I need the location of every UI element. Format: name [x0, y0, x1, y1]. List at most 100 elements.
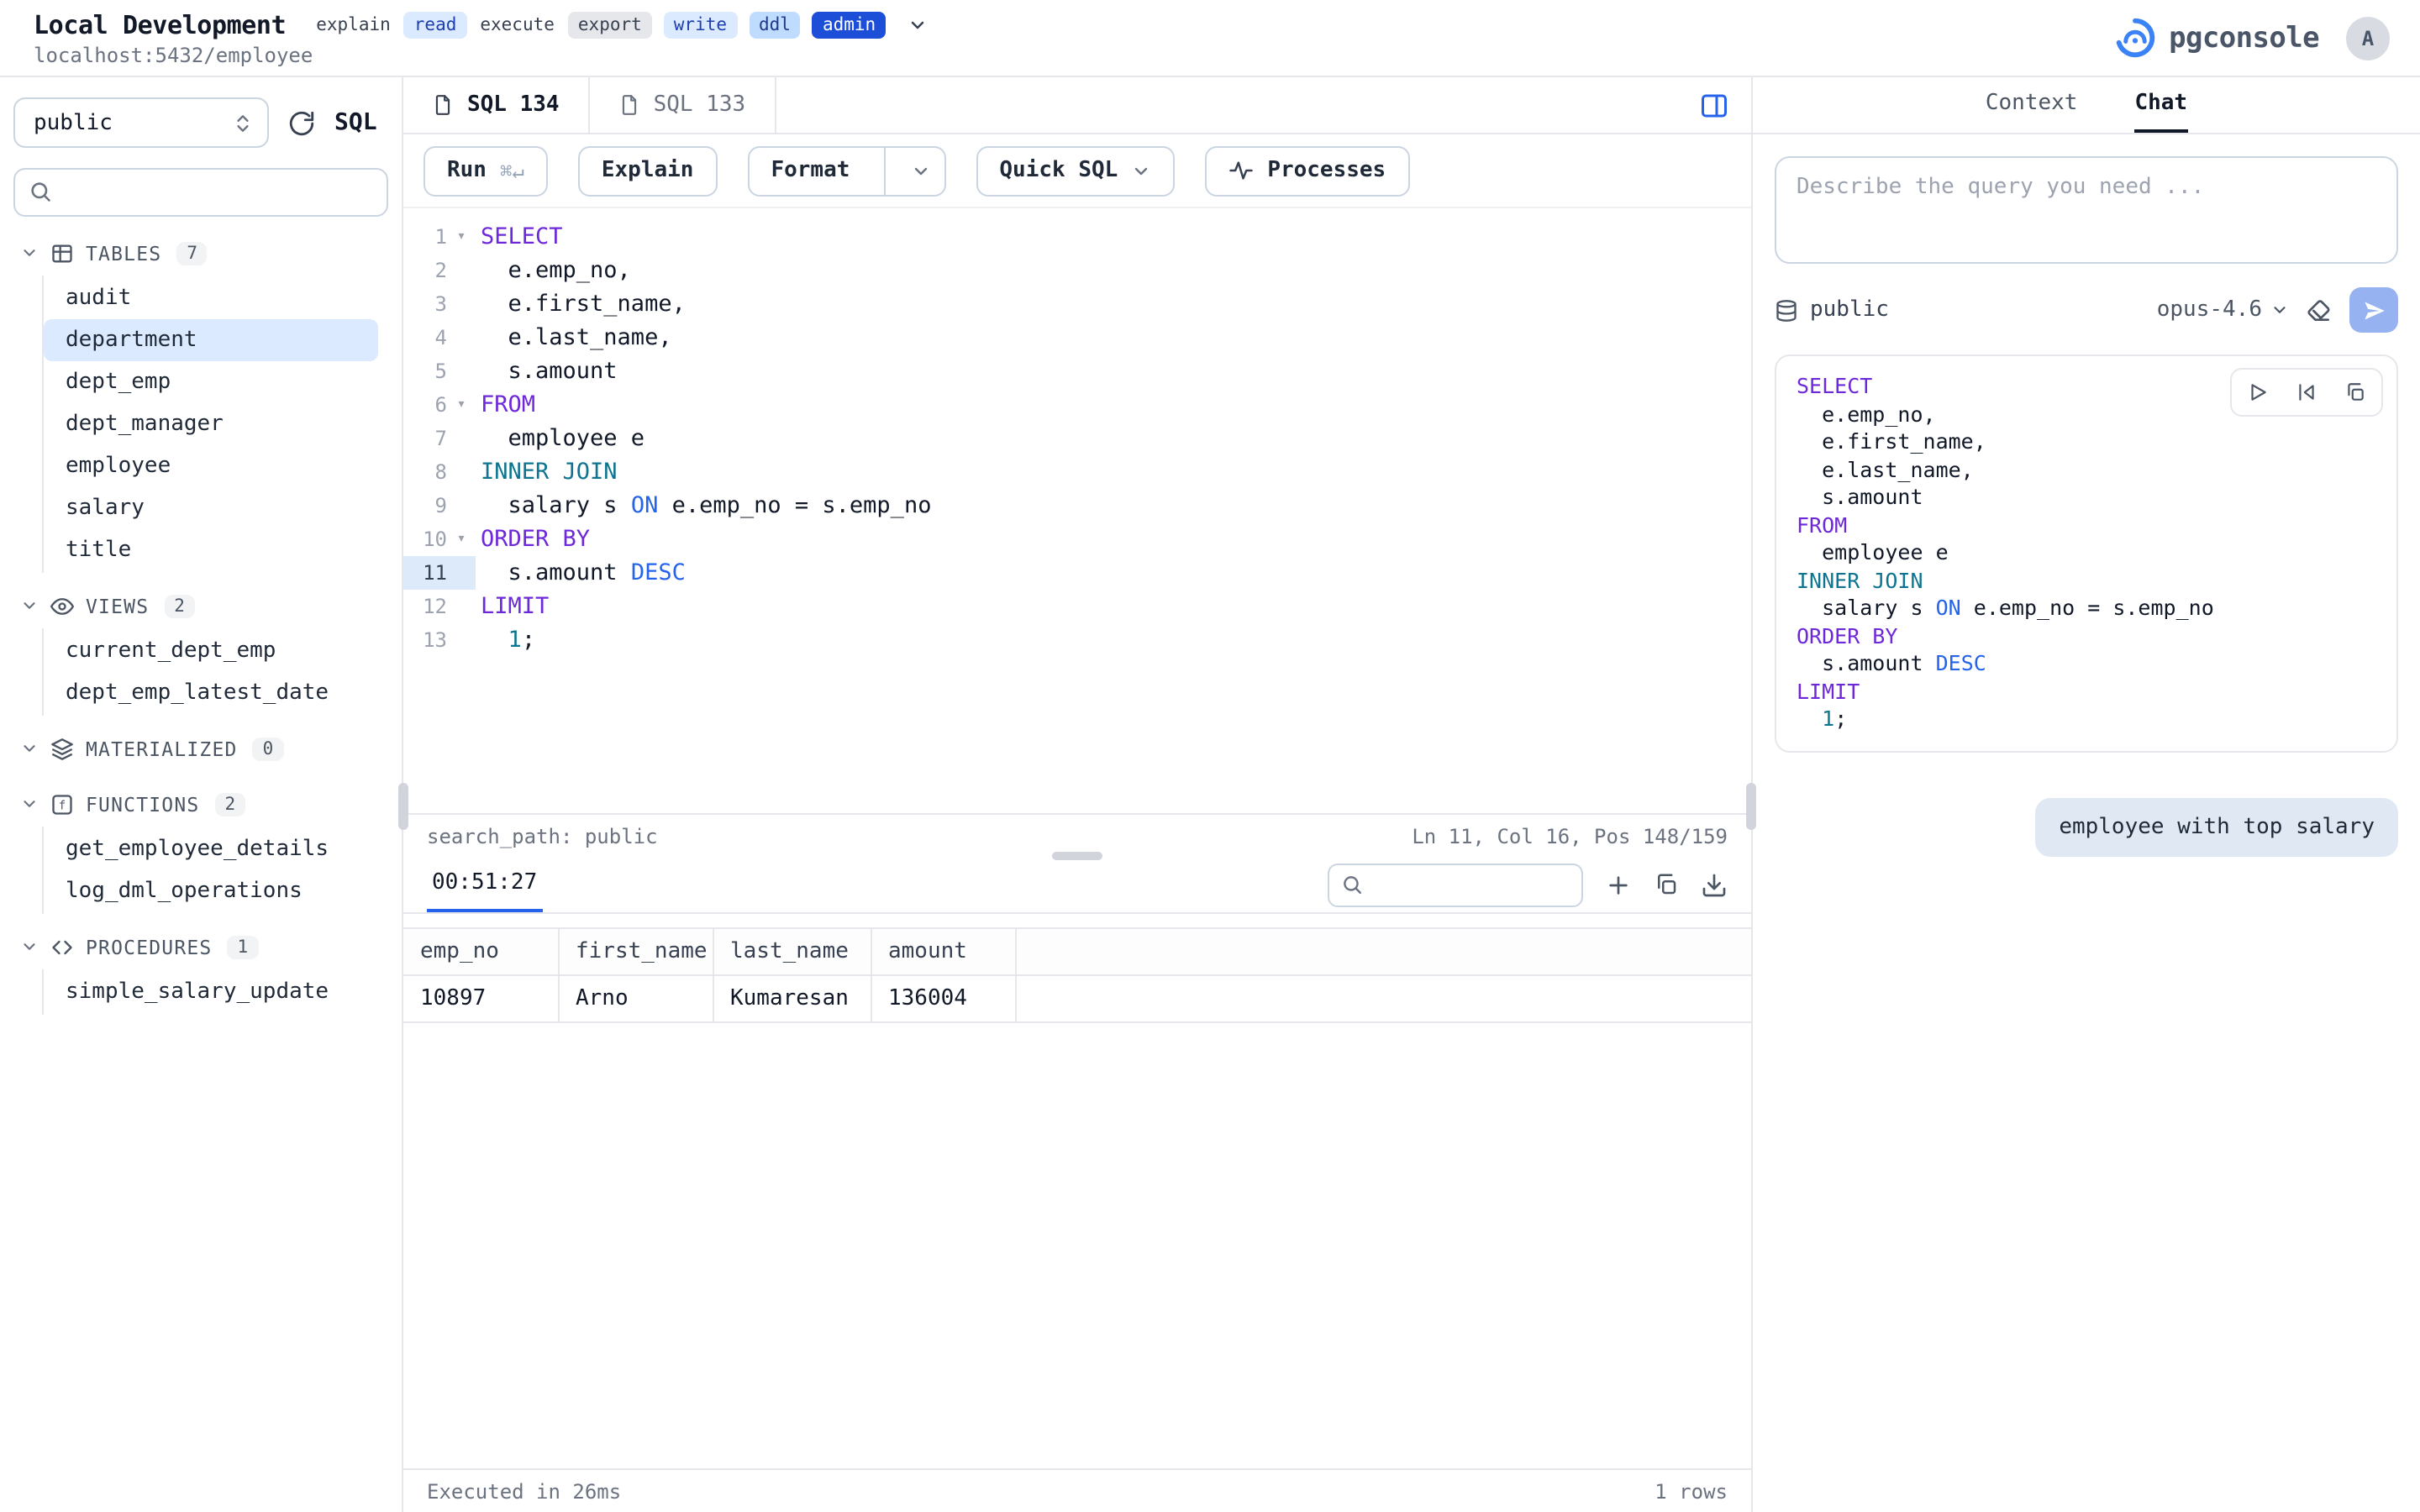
column-header-last_name[interactable]: last_name	[713, 928, 871, 975]
chevron-down-icon	[1131, 160, 1151, 181]
tree-item-log_dml_operations[interactable]: log_dml_operations	[44, 870, 378, 912]
sidebar-resize-handle[interactable]	[398, 783, 408, 830]
result-tab-timer[interactable]: 00:51:27	[427, 857, 542, 912]
tree-item-dept_emp[interactable]: dept_emp	[44, 361, 378, 403]
download-results-icon[interactable]	[1701, 871, 1728, 898]
tree-item-dept_emp_latest_date[interactable]: dept_emp_latest_date	[44, 672, 378, 714]
chat-resize-handle[interactable]	[1746, 783, 1756, 830]
refresh-icon[interactable]	[287, 108, 316, 137]
fold-gutter	[447, 422, 476, 455]
explain-button[interactable]: Explain	[578, 145, 718, 196]
run-button[interactable]: Run ⌘↵	[424, 145, 548, 196]
chevron-down-icon[interactable]	[908, 14, 928, 34]
table-icon	[50, 241, 74, 265]
editor-line-5[interactable]: 5 s.amount	[403, 354, 1751, 388]
fold-marker-icon[interactable]: ▾	[447, 220, 476, 254]
add-tab-icon[interactable]	[1605, 871, 1632, 898]
line-number: 4	[403, 321, 447, 354]
editor-line-8[interactable]: 8INNER JOIN	[403, 455, 1751, 489]
tree-item-salary[interactable]: salary	[44, 487, 378, 529]
editor-line-9[interactable]: 9 salary s ON e.emp_no = s.emp_no	[403, 489, 1751, 522]
chevron-down-icon[interactable]	[898, 160, 944, 181]
copy-results-icon[interactable]	[1654, 872, 1679, 897]
user-message: employee with top salary	[2035, 797, 2398, 856]
results-tabbar: 00:51:27	[403, 857, 1751, 914]
fold-marker-icon[interactable]: ▾	[447, 522, 476, 556]
line-number: 11	[403, 556, 447, 590]
processes-button[interactable]: Processes	[1205, 145, 1409, 196]
editor-line-2[interactable]: 2 e.emp_no,	[403, 254, 1751, 287]
tree-section-functions[interactable]: fFUNCTIONS2	[13, 781, 388, 827]
tree-item-department[interactable]: department	[44, 319, 378, 361]
tree-section-materialized[interactable]: MATERIALIZED0	[13, 726, 388, 771]
tab-chat[interactable]: Chat	[2134, 77, 2187, 133]
editor-tabbar: SQL 134SQL 133	[403, 77, 1751, 134]
svg-text:f: f	[59, 798, 66, 811]
editor-tab-sql-133[interactable]: SQL 133	[590, 77, 776, 133]
tree-item-current_dept_emp[interactable]: current_dept_emp	[44, 630, 378, 672]
tree-item-dept_manager[interactable]: dept_manager	[44, 403, 378, 445]
tree-section-procedures[interactable]: PROCEDURES1	[13, 924, 388, 969]
sidebar-search-input[interactable]	[13, 168, 388, 217]
section-count-badge: 2	[214, 792, 245, 816]
tree-item-audit[interactable]: audit	[44, 277, 378, 319]
column-header-emp_no[interactable]: emp_no	[403, 928, 558, 975]
results-resize-handle[interactable]	[1052, 852, 1102, 860]
model-select[interactable]: opus-4.6	[2157, 297, 2289, 323]
editor-line-13[interactable]: 13 1;	[403, 623, 1751, 657]
tab-context[interactable]: Context	[1986, 77, 2078, 133]
quick-sql-button[interactable]: Quick SQL	[976, 145, 1175, 196]
tree-section-tables[interactable]: TABLES7	[13, 230, 388, 276]
line-number: 3	[403, 287, 447, 321]
chat-input[interactable]	[1775, 156, 2398, 264]
split-editor-icon[interactable]	[1699, 90, 1729, 120]
sql-mode-toggle[interactable]: SQL	[334, 109, 377, 136]
search-icon	[29, 180, 52, 203]
fold-marker-icon[interactable]: ▾	[447, 388, 476, 422]
code-editor[interactable]: 1▾SELECT2 e.emp_no,3 e.first_name,4 e.la…	[403, 208, 1751, 813]
results-search-input[interactable]	[1328, 863, 1583, 906]
editor-line-4[interactable]: 4 e.last_name,	[403, 321, 1751, 354]
fold-gutter	[447, 354, 476, 388]
permission-badge-read: read	[404, 11, 467, 38]
schema-sidebar: public SQL TABLES7auditdepartmentdept_em…	[0, 77, 403, 1512]
editor-line-12[interactable]: 12LIMIT	[403, 590, 1751, 623]
send-button[interactable]	[2349, 287, 2398, 333]
editor-tab-sql-134[interactable]: SQL 134	[403, 77, 590, 133]
editor-line-11[interactable]: 11 s.amount DESC	[403, 556, 1751, 590]
chevron-down-icon	[20, 795, 39, 813]
editor-line-6[interactable]: 6▾FROM	[403, 388, 1751, 422]
format-button[interactable]: Format	[747, 145, 945, 196]
tree-section-views[interactable]: VIEWS2	[13, 583, 388, 628]
pgconsole-app: Local Development explainreadexecuteexpo…	[0, 0, 2420, 1512]
execution-time: Executed in 26ms	[427, 1479, 621, 1503]
schema-select[interactable]: public	[13, 97, 269, 148]
editor-line-3[interactable]: 3 e.first_name,	[403, 287, 1751, 321]
tree-item-title[interactable]: title	[44, 529, 378, 571]
tree-item-get_employee_details[interactable]: get_employee_details	[44, 828, 378, 870]
copy-code-icon[interactable]	[2333, 373, 2378, 412]
permission-badge-write: write	[664, 11, 737, 38]
chevron-down-icon	[20, 937, 39, 956]
assistant-tabbar: Context Chat	[1753, 77, 2420, 134]
editor-line-1[interactable]: 1▾SELECT	[403, 220, 1751, 254]
clear-chat-icon[interactable]	[2306, 297, 2333, 323]
avatar[interactable]: A	[2346, 16, 2390, 60]
editor-line-7[interactable]: 7 employee e	[403, 422, 1751, 455]
fold-gutter	[447, 556, 476, 590]
app-header: Local Development explainreadexecuteexpo…	[0, 0, 2420, 77]
database-icon	[1775, 298, 1798, 322]
tree-item-employee[interactable]: employee	[44, 445, 378, 487]
insert-into-editor-icon[interactable]	[2284, 373, 2329, 412]
run-shortcut: ⌘↵	[500, 159, 524, 182]
run-code-icon[interactable]	[2235, 373, 2281, 412]
editor-line-10[interactable]: 10▾ORDER BY	[403, 522, 1751, 556]
chat-code-lines: SELECT e.emp_no, e.first_name, e.last_na…	[1797, 373, 2376, 733]
activity-icon	[1228, 158, 1254, 183]
column-header-first_name[interactable]: first_name	[558, 928, 713, 975]
table-row[interactable]: 10897ArnoKumaresan136004	[403, 975, 1751, 1022]
line-number: 2	[403, 254, 447, 287]
tree-item-simple_salary_update[interactable]: simple_salary_update	[44, 971, 378, 1013]
connection-title: Local Development	[34, 9, 286, 39]
column-header-amount[interactable]: amount	[871, 928, 1015, 975]
